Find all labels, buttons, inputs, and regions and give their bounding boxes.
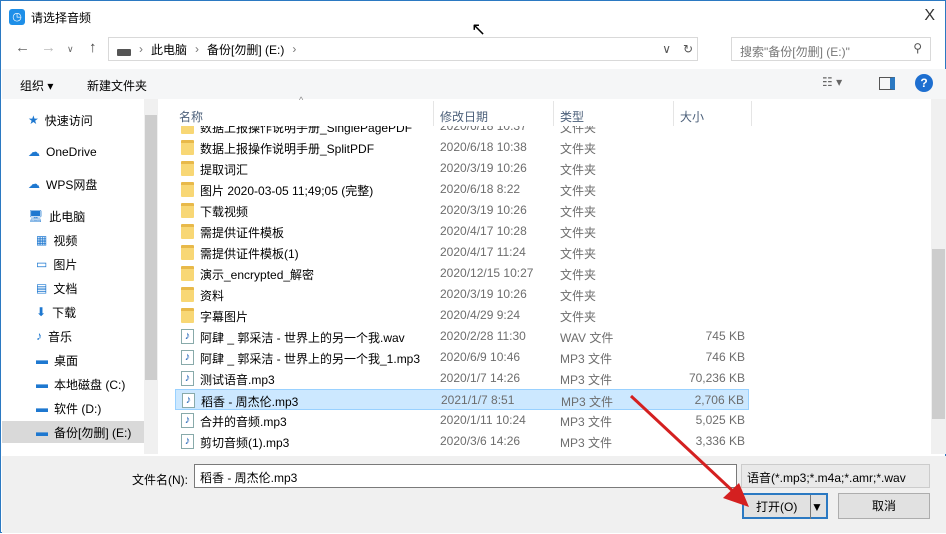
mouse-cursor-icon: ↖ xyxy=(471,19,487,39)
file-open-dialog: ◷ 请选择音频 X ← → ∨ ↑ › 此电脑 › 备份[勿删] (E:) › … xyxy=(0,0,946,533)
annotation-arrow xyxy=(629,394,749,507)
